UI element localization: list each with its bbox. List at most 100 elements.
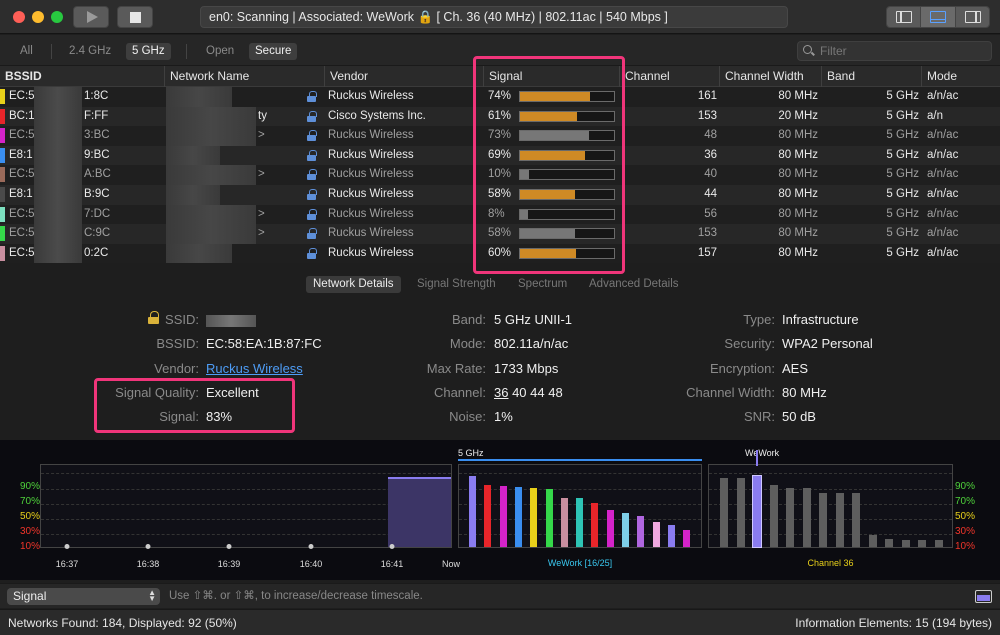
network-color-swatch — [0, 206, 5, 222]
gridline — [709, 488, 952, 490]
stop-icon[interactable] — [117, 6, 153, 28]
selected-network-marker — [756, 450, 758, 466]
minimize-window-button[interactable] — [32, 11, 44, 23]
time-tick-label: 16:39 — [217, 559, 241, 569]
graph-metric-select[interactable]: Signal ▲ ▼ — [7, 588, 160, 605]
column-header-bssid[interactable]: BSSID — [0, 66, 165, 87]
band-cell: 5 GHz — [886, 129, 919, 142]
filter-all-button[interactable]: All — [14, 43, 39, 60]
channel-width-cell: 80 MHz — [778, 227, 818, 240]
spectrum-graph[interactable] — [458, 464, 702, 548]
filter-divider — [51, 44, 52, 59]
band-cell: 5 GHz — [886, 207, 919, 220]
channel-width-cell: 80 MHz — [778, 90, 818, 102]
channel-width-cell: 80 MHz — [778, 187, 818, 200]
spectrum-bar — [530, 488, 538, 547]
max-rate-value: 1733 Mbps — [494, 361, 559, 376]
information-elements: Information Elements: 15 (194 bytes) — [795, 616, 992, 630]
channel-bar — [835, 493, 844, 547]
filter-search-input[interactable]: Filter — [797, 41, 992, 61]
mode-cell: a/n/ac — [927, 148, 959, 161]
graph-controls-bar: Signal ▲ ▼ Use ⇧⌘. or ⇧⌘, to increase/dec… — [0, 583, 1000, 608]
y-axis-label: 30% — [955, 526, 976, 537]
filter-secure-button[interactable]: Secure — [249, 43, 298, 60]
bssid-suffix: 9:BC — [84, 148, 110, 161]
vendor-cell: Ruckus Wireless — [328, 227, 414, 240]
time-tick-label: 16:41 — [380, 559, 404, 569]
signal-column-highlight — [473, 56, 625, 274]
primary-channel-link[interactable]: 36 — [494, 385, 508, 400]
channel-cell: 153 — [697, 227, 717, 240]
y-axis-label: 70% — [19, 496, 40, 507]
filter-5ghz-button[interactable]: 5 GHz — [126, 43, 171, 60]
network-name-redacted — [166, 243, 232, 264]
column-header-channel-width[interactable]: Channel Width — [720, 66, 822, 87]
filter-open-button[interactable]: Open — [200, 43, 240, 60]
tab-signal-strength[interactable]: Signal Strength — [410, 276, 503, 293]
column-header-band[interactable]: Band — [822, 66, 922, 87]
network-name-redacted — [166, 224, 256, 244]
channel-width-value: 80 MHz — [782, 385, 827, 400]
vendor-label: Vendor: — [154, 361, 199, 376]
mode-value: 802.11a/n/ac — [494, 336, 569, 351]
column-header-network-name[interactable]: Network Name — [165, 66, 325, 87]
bssid-suffix: B:9C — [84, 187, 110, 200]
channel-bar — [720, 478, 728, 547]
vendor-link[interactable]: Ruckus Wireless — [206, 361, 303, 376]
bssid-redacted — [34, 106, 82, 127]
bssid-redacted — [34, 224, 82, 244]
lock-icon — [307, 91, 317, 102]
bssid-redacted — [34, 184, 82, 205]
bssid-redacted — [34, 87, 82, 107]
time-tick-label: 16:38 — [136, 559, 160, 569]
column-header-mode[interactable]: Mode — [922, 66, 1000, 87]
search-icon — [803, 45, 812, 54]
vendor-cell: Ruckus Wireless — [328, 90, 414, 102]
bssid-prefix: EC:5 — [9, 207, 35, 220]
sidebar-left-layout-button[interactable] — [887, 7, 922, 27]
gridline — [709, 533, 952, 535]
channel-cell: 36 — [704, 148, 717, 161]
bssid-redacted — [34, 145, 82, 166]
filter-2ghz-button[interactable]: 2.4 GHz — [63, 43, 117, 60]
channel-width-cell: 20 MHz — [778, 109, 818, 122]
signal-history-graph[interactable] — [40, 464, 452, 548]
column-header-channel[interactable]: Channel — [620, 66, 720, 87]
channel-bar — [918, 540, 926, 547]
tab-network-details[interactable]: Network Details — [306, 276, 401, 293]
bssid-prefix: EC:5 — [9, 168, 35, 181]
y-axis-label: 90% — [19, 481, 40, 492]
sidebar-right-layout-button[interactable] — [955, 7, 989, 27]
chevron-updown-icon: ▲ ▼ — [148, 588, 156, 603]
bssid-redacted — [34, 243, 82, 264]
network-name-redacted — [166, 87, 232, 107]
bssid-prefix: EC:5 — [9, 129, 35, 142]
spectrum-bar — [514, 486, 522, 547]
y-axis-label: 90% — [955, 481, 976, 492]
zoom-window-button[interactable] — [51, 11, 63, 23]
mode-cell: a/n/ac — [927, 207, 959, 220]
view-layout-segmented-control — [886, 6, 990, 28]
tab-advanced-details[interactable]: Advanced Details — [582, 276, 686, 293]
bottom-panel-layout-button[interactable] — [921, 7, 956, 27]
gridline — [459, 473, 701, 475]
column-header-vendor[interactable]: Vendor — [325, 66, 484, 87]
channel-width-cell: 80 MHz — [778, 148, 818, 161]
tab-spectrum[interactable]: Spectrum — [511, 276, 574, 293]
band-value: 5 GHz UNII-1 — [494, 312, 573, 327]
mode-cell: a/n/ac — [927, 168, 959, 181]
play-icon[interactable] — [73, 6, 109, 28]
channel-bar — [752, 475, 762, 548]
ssid-label: SSID: — [165, 312, 199, 327]
spectrum-bar — [683, 530, 691, 547]
ssid-value — [206, 312, 256, 327]
ssid-redacted — [206, 314, 256, 327]
time-tick-mark — [145, 544, 151, 549]
channel-graph[interactable] — [708, 450, 953, 548]
band-cell: 5 GHz — [886, 148, 919, 161]
graph-panel-toggle-icon[interactable] — [975, 590, 992, 603]
band-cell: 5 GHz — [886, 168, 919, 181]
close-window-button[interactable] — [13, 11, 25, 23]
y-axis-label: 70% — [955, 496, 976, 507]
spectrum-bar — [545, 489, 553, 547]
